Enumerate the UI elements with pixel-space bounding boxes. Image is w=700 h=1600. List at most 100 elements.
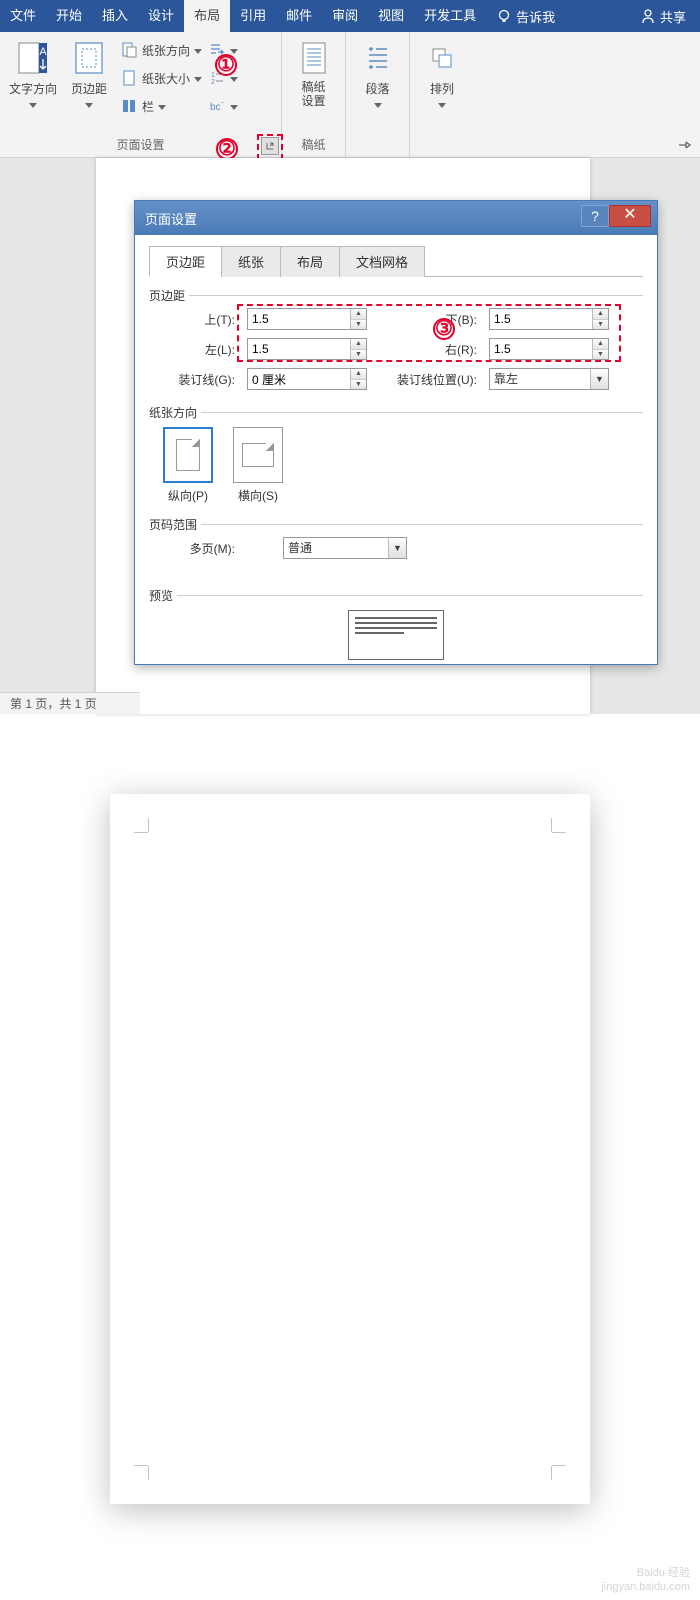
dropdown-icon bbox=[374, 103, 382, 108]
menu-references[interactable]: 引用 bbox=[230, 0, 276, 32]
tell-me-label: 告诉我 bbox=[516, 7, 555, 26]
menu-insert[interactable]: 插入 bbox=[92, 0, 138, 32]
group-manuscript: 稿纸 设置 稿纸 bbox=[282, 32, 346, 157]
share-label: 共享 bbox=[660, 7, 686, 26]
margins-button[interactable]: 页边距 bbox=[64, 36, 114, 108]
preview-pane bbox=[149, 604, 643, 660]
size-button[interactable]: 纸张大小 bbox=[120, 66, 202, 90]
tab-grid[interactable]: 文档网格 bbox=[339, 246, 425, 277]
columns-button[interactable]: 栏 bbox=[120, 94, 202, 118]
dropdown-icon bbox=[438, 103, 446, 108]
menu-view[interactable]: 视图 bbox=[368, 0, 414, 32]
arrange-label: 排列 bbox=[430, 80, 454, 97]
dialog-close-button[interactable]: ✕ bbox=[609, 205, 651, 227]
dropdown-icon[interactable]: ▼ bbox=[590, 369, 608, 389]
menu-review[interactable]: 审阅 bbox=[322, 0, 368, 32]
input-top[interactable]: ▲▼ bbox=[247, 308, 367, 330]
tab-layout[interactable]: 布局 bbox=[280, 246, 340, 277]
hyphenation-button[interactable]: bc- bbox=[208, 94, 238, 118]
landscape-label: 横向(S) bbox=[238, 487, 278, 504]
manuscript-icon bbox=[299, 40, 329, 76]
dropdown-icon[interactable]: ▼ bbox=[388, 538, 406, 558]
columns-label: 栏 bbox=[142, 98, 154, 115]
pin-ribbon-button[interactable] bbox=[676, 137, 692, 153]
dropdown-icon bbox=[230, 77, 238, 82]
spin-up-icon[interactable]: ▲ bbox=[593, 339, 608, 350]
multi-value: 普通 bbox=[284, 538, 388, 558]
dropdown-icon bbox=[85, 103, 93, 108]
spin-down-icon[interactable]: ▼ bbox=[593, 350, 608, 360]
arrange-button[interactable]: 排列 bbox=[418, 36, 466, 108]
label-right: 右(R): bbox=[375, 341, 481, 358]
paragraph-button[interactable]: 段落 bbox=[354, 36, 401, 108]
spin-down-icon[interactable]: ▼ bbox=[351, 350, 366, 360]
select-multi[interactable]: 普通▼ bbox=[283, 537, 407, 559]
dialog-tabs: 页边距 纸张 布局 文档网格 bbox=[149, 245, 643, 277]
bulb-icon bbox=[496, 8, 512, 24]
dropdown-icon bbox=[194, 49, 202, 54]
section-preview-label: 预览 bbox=[149, 587, 173, 604]
text-direction-button[interactable]: A 文字方向 bbox=[8, 36, 58, 108]
label-multi: 多页(M): bbox=[163, 540, 239, 557]
label-gutter: 装订线(G): bbox=[163, 371, 239, 388]
svg-text:bc: bc bbox=[210, 102, 221, 113]
section-orientation-label: 纸张方向 bbox=[149, 404, 197, 421]
breaks-icon bbox=[208, 41, 226, 59]
text-direction-icon: A bbox=[17, 40, 49, 76]
select-gutter-pos[interactable]: 靠左▼ bbox=[489, 368, 609, 390]
tab-margins[interactable]: 页边距 bbox=[149, 246, 222, 277]
watermark-line1: Baidu 经验 bbox=[601, 1566, 690, 1580]
page-size-icon bbox=[120, 69, 138, 87]
spin-down-icon[interactable]: ▼ bbox=[593, 320, 608, 330]
manuscript-button[interactable]: 稿纸 设置 bbox=[290, 36, 337, 108]
menu-developer[interactable]: 开发工具 bbox=[414, 0, 486, 32]
line-numbers-icon: 12 bbox=[208, 69, 226, 87]
launcher-icon bbox=[265, 141, 275, 151]
menubar: 文件 开始 插入 设计 布局 引用 邮件 审阅 视图 开发工具 告诉我 共享 bbox=[0, 0, 700, 32]
margins-icon bbox=[74, 40, 104, 76]
spin-down-icon[interactable]: ▼ bbox=[351, 380, 366, 390]
portrait-option[interactable]: 纵向(P) bbox=[163, 427, 213, 504]
tell-me[interactable]: 告诉我 bbox=[486, 7, 565, 26]
blank-page bbox=[110, 794, 590, 1504]
menu-design[interactable]: 设计 bbox=[138, 0, 184, 32]
arrange-icon bbox=[427, 40, 457, 76]
menu-mailings[interactable]: 邮件 bbox=[276, 0, 322, 32]
hyphenation-icon: bc- bbox=[208, 97, 226, 115]
menu-file[interactable]: 文件 bbox=[0, 0, 46, 32]
status-bar: 第 1 页，共 1 页 bbox=[0, 692, 140, 714]
result-preview: Baidu 经验 jingyan.baidu.com bbox=[0, 744, 700, 1554]
watermark-line2: jingyan.baidu.com bbox=[601, 1580, 690, 1594]
spin-up-icon[interactable]: ▲ bbox=[351, 339, 366, 350]
page-setup-launcher[interactable] bbox=[261, 137, 279, 155]
spin-up-icon[interactable]: ▲ bbox=[593, 309, 608, 320]
line-numbers-button[interactable]: 12 bbox=[208, 66, 238, 90]
watermark: Baidu 经验 jingyan.baidu.com bbox=[601, 1566, 690, 1594]
label-gutter-pos: 装订线位置(U): bbox=[375, 371, 481, 388]
menu-home[interactable]: 开始 bbox=[46, 0, 92, 32]
dropdown-icon bbox=[194, 77, 202, 82]
menu-layout[interactable]: 布局 bbox=[184, 0, 230, 32]
tab-paper[interactable]: 纸张 bbox=[221, 246, 281, 277]
input-bottom[interactable]: ▲▼ bbox=[489, 308, 609, 330]
svg-text:2: 2 bbox=[211, 79, 215, 86]
input-right[interactable]: ▲▼ bbox=[489, 338, 609, 360]
breaks-button[interactable] bbox=[208, 38, 238, 62]
crop-mark-tl bbox=[134, 818, 154, 838]
group-label-page-setup: 页面设置 bbox=[8, 135, 273, 157]
manuscript-label: 稿纸 设置 bbox=[301, 80, 325, 108]
input-gutter[interactable]: ▲▼ bbox=[247, 368, 367, 390]
orientation-button[interactable]: 纸张方向 bbox=[120, 38, 202, 62]
landscape-option[interactable]: 横向(S) bbox=[233, 427, 283, 504]
dropdown-icon bbox=[230, 49, 238, 54]
spin-up-icon[interactable]: ▲ bbox=[351, 369, 366, 380]
input-left[interactable]: ▲▼ bbox=[247, 338, 367, 360]
spin-up-icon[interactable]: ▲ bbox=[351, 309, 366, 320]
dialog-titlebar[interactable]: 页面设置 ? ✕ bbox=[135, 201, 657, 235]
svg-text:A: A bbox=[39, 46, 47, 58]
spin-down-icon[interactable]: ▼ bbox=[351, 320, 366, 330]
crop-mark-br bbox=[546, 1460, 566, 1480]
size-label: 纸张大小 bbox=[142, 70, 190, 87]
dialog-help-button[interactable]: ? bbox=[581, 205, 609, 227]
share-button[interactable]: 共享 bbox=[626, 7, 700, 26]
